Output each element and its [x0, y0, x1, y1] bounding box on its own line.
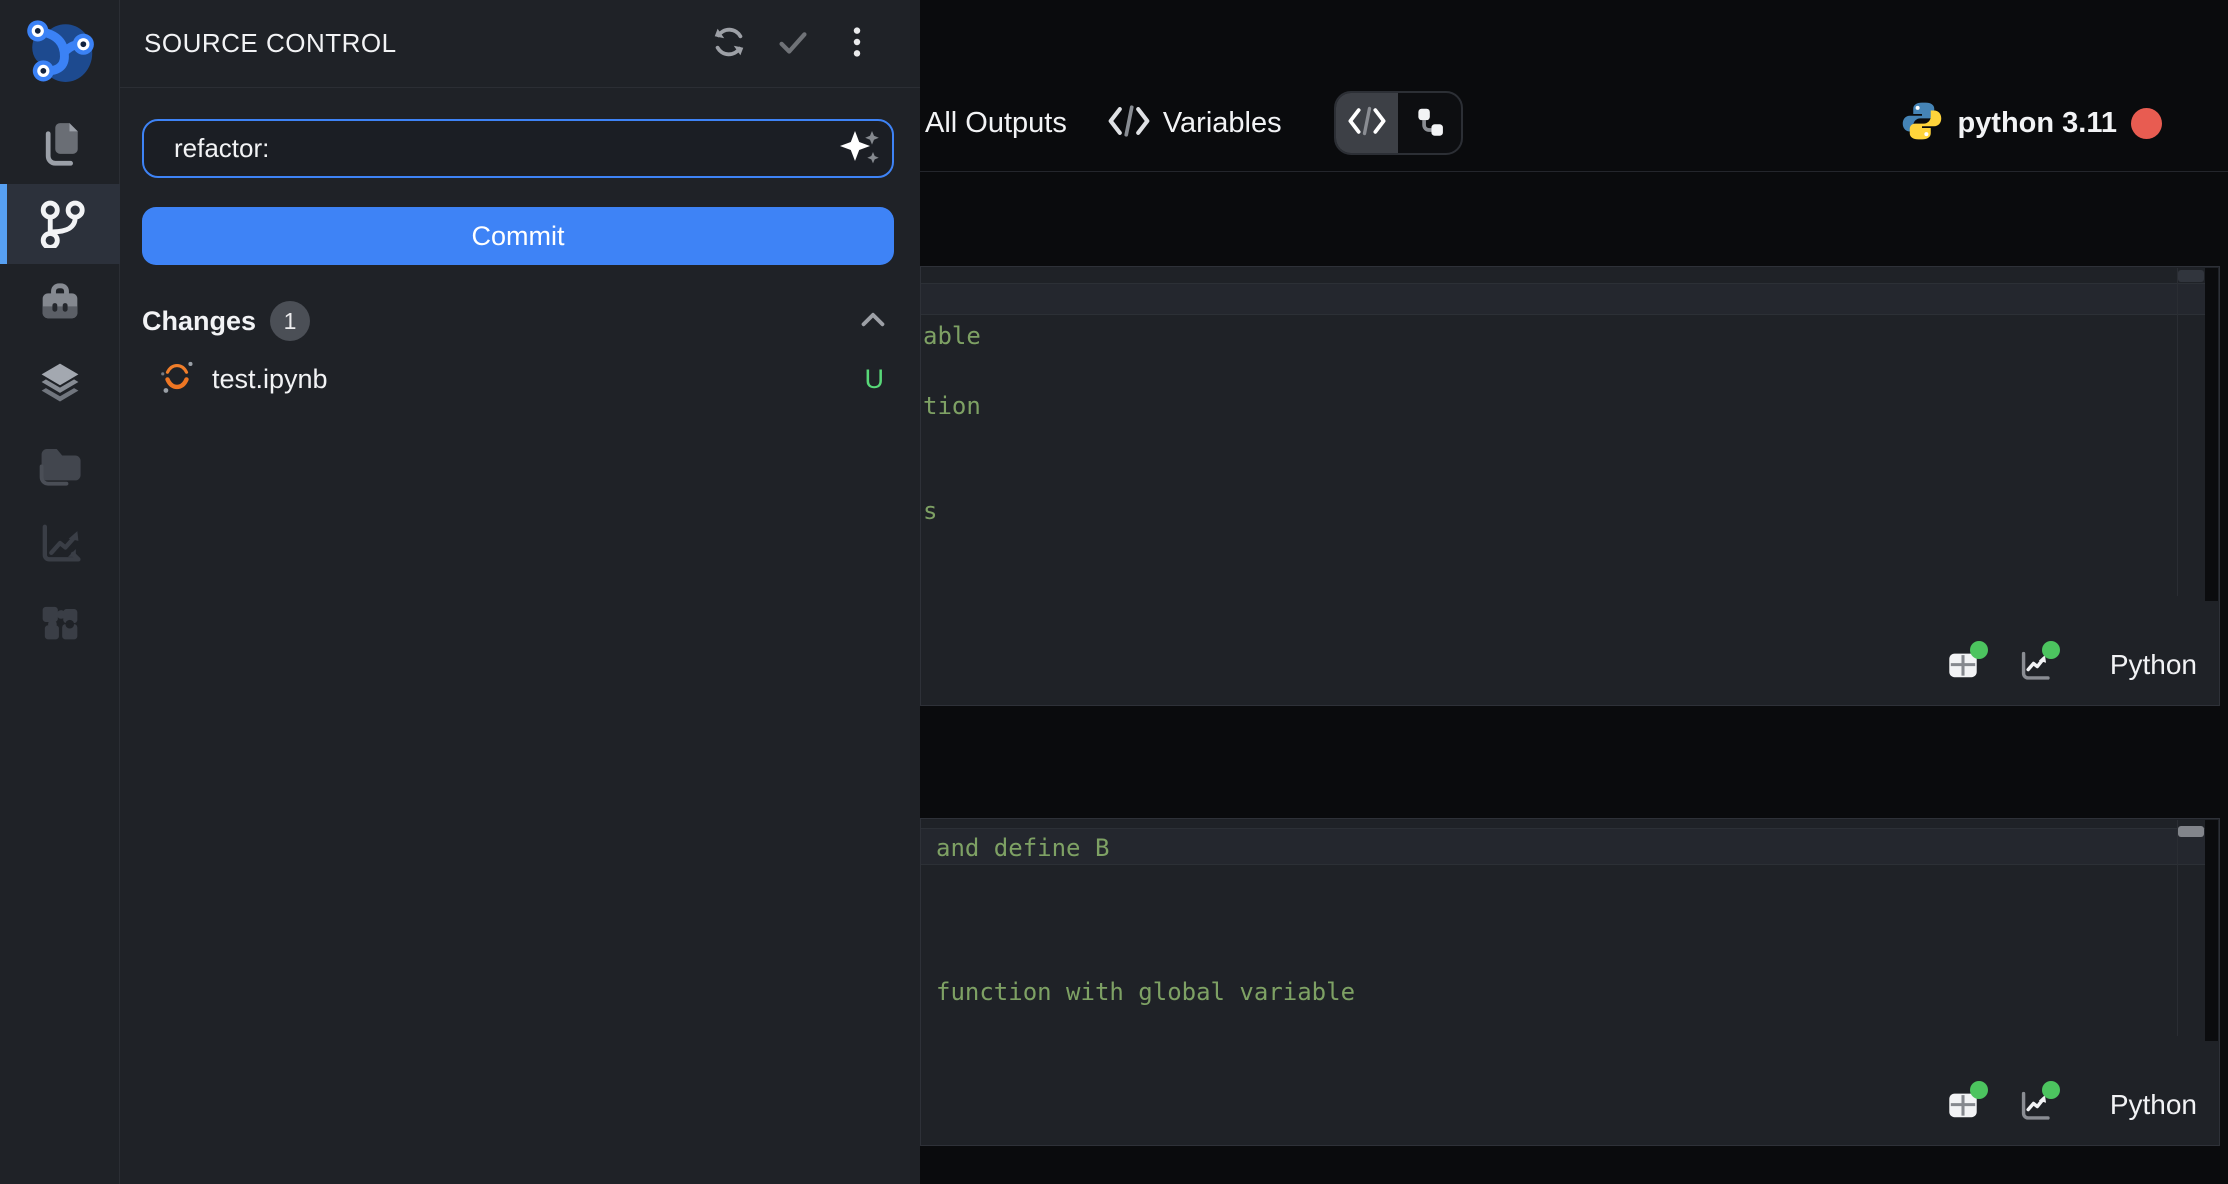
panel-title: SOURCE CONTROL — [144, 28, 397, 59]
git-branch-icon — [34, 196, 86, 253]
table-output-button[interactable] — [1946, 1089, 1980, 1121]
code-view-toggle[interactable] — [1336, 93, 1399, 153]
rail-item-layers[interactable] — [0, 344, 120, 424]
table-output-button[interactable] — [1946, 649, 1980, 681]
scrollbar-track-divider — [2177, 268, 2178, 596]
changed-file-name: test.ipynb — [212, 364, 328, 395]
layers-icon — [34, 356, 86, 413]
scrollbar-track-divider — [2177, 820, 2178, 1036]
source-control-panel: SOURCE CONTROL — [120, 0, 920, 1184]
python-logo-icon — [1901, 100, 1943, 147]
code-view-icon — [1347, 106, 1387, 141]
code-cell-1[interactable]: able tion s — [920, 266, 2220, 706]
variables-label: Variables — [1163, 107, 1282, 140]
chevron-up-icon — [855, 302, 891, 341]
changed-file-row[interactable]: test.ipynb U — [120, 355, 920, 403]
cell-language-label[interactable]: Python — [2110, 649, 2197, 681]
panel-header: SOURCE CONTROL — [120, 0, 920, 88]
overview-ruler — [2205, 820, 2218, 1041]
more-actions-button[interactable] — [838, 25, 876, 63]
line-chart-icon — [34, 516, 86, 573]
commit-message-input[interactable] — [174, 133, 840, 164]
cell-footer: Python — [1946, 1089, 2197, 1121]
app-root: SOURCE CONTROL — [0, 0, 2228, 1184]
code-comment-line: function with global variable — [936, 974, 1355, 1010]
rail-item-files[interactable] — [0, 104, 120, 184]
scrollbar-thumb[interactable] — [2178, 826, 2204, 837]
rail-item-charts[interactable] — [0, 504, 120, 584]
all-outputs-button[interactable]: All Outputs — [925, 107, 1067, 140]
rail-item-source-control[interactable] — [0, 184, 120, 264]
flow-nodes-icon — [1411, 103, 1447, 144]
view-mode-toggle — [1334, 91, 1463, 155]
jupyter-notebook-icon — [158, 358, 196, 401]
puzzle-icon — [34, 596, 86, 653]
kebab-menu-icon — [838, 23, 876, 64]
notebook-area: All Outputs Variables — [920, 0, 2228, 1184]
changes-count-badge: 1 — [270, 301, 310, 341]
sparkle-icon — [837, 125, 881, 172]
changes-label: Changes — [142, 306, 256, 337]
cell-language-label[interactable]: Python — [2110, 1089, 2197, 1121]
rail-item-folder[interactable] — [0, 424, 120, 504]
folder-icon — [34, 436, 86, 493]
toolbox-icon — [34, 276, 86, 333]
chart-output-button[interactable] — [2018, 649, 2052, 681]
commit-message-box — [142, 119, 894, 178]
current-line-highlight — [921, 283, 2205, 315]
variables-button[interactable]: Variables — [1107, 104, 1282, 143]
code-cell-2[interactable]: and define B function with global variab… — [920, 818, 2220, 1146]
refresh-icon — [710, 23, 748, 64]
changes-section-header[interactable]: Changes 1 — [142, 298, 894, 344]
code-comment-line: s — [923, 494, 937, 529]
app-logo-icon[interactable] — [0, 0, 120, 104]
chart-output-button[interactable] — [2018, 1089, 2052, 1121]
notebook-topbar: All Outputs Variables — [920, 75, 2228, 172]
flow-view-toggle[interactable] — [1398, 93, 1461, 153]
cell-footer: Python — [1946, 649, 2197, 681]
copy-pages-icon — [34, 116, 86, 173]
activity-bar — [0, 0, 120, 1184]
output-ready-dot — [2042, 1081, 2060, 1099]
output-ready-dot — [2042, 641, 2060, 659]
rail-item-extensions[interactable] — [0, 584, 120, 664]
commit-button[interactable]: Commit — [142, 207, 894, 265]
refresh-button[interactable] — [710, 25, 748, 63]
rail-item-toolbox[interactable] — [0, 264, 120, 344]
scrollbar-thumb[interactable] — [2178, 270, 2204, 282]
ai-generate-button[interactable] — [840, 130, 878, 168]
output-ready-dot — [1970, 641, 1988, 659]
code-comment-line: tion — [923, 389, 981, 424]
code-comment-line: and define B — [936, 830, 1109, 866]
check-icon — [774, 23, 812, 64]
code-comment-line: able — [923, 319, 981, 354]
collapse-changes-button[interactable] — [854, 302, 892, 340]
code-brackets-icon — [1107, 104, 1151, 143]
output-ready-dot — [1970, 1081, 1988, 1099]
overview-ruler — [2205, 268, 2218, 601]
current-line-highlight — [921, 828, 2205, 865]
kernel-status-dot — [2131, 108, 2162, 139]
file-status-badge: U — [865, 364, 885, 395]
panel-header-actions — [710, 25, 876, 63]
commit-check-button[interactable] — [774, 25, 812, 63]
kernel-selector[interactable]: python 3.11 — [1901, 100, 2162, 147]
kernel-label: python 3.11 — [1957, 107, 2117, 140]
